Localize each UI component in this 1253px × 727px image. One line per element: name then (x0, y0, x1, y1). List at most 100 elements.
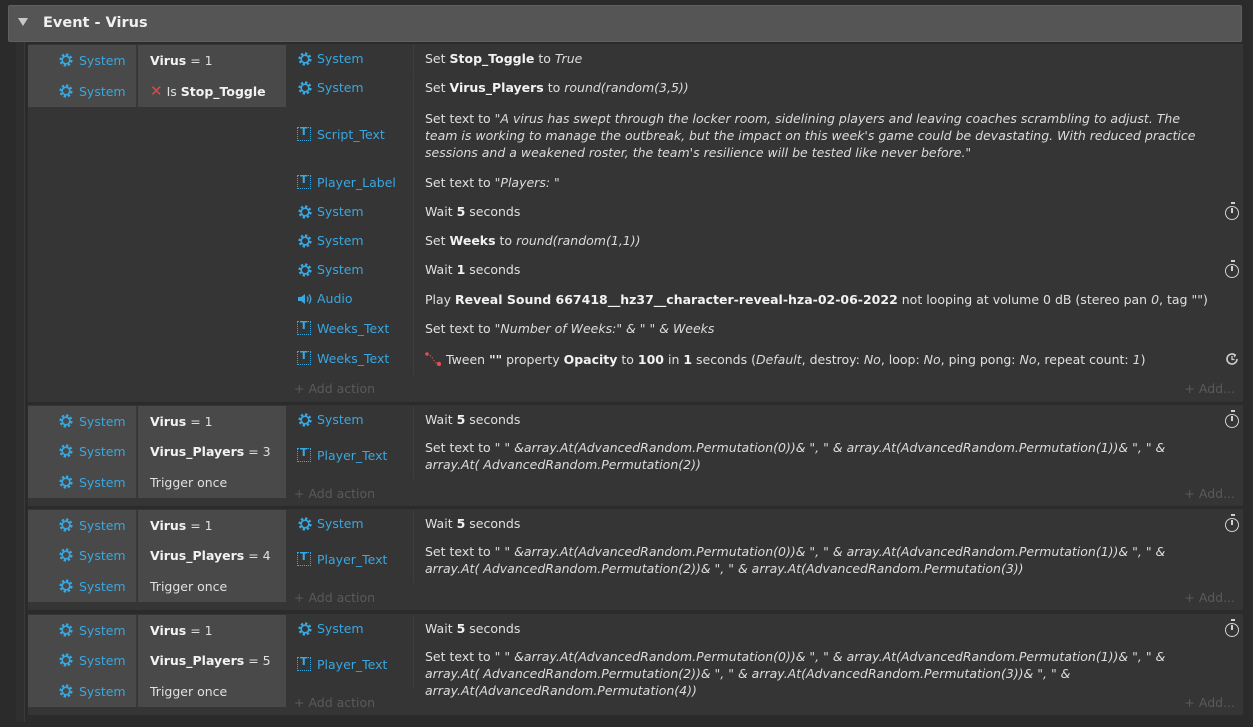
action-object-cell[interactable]: Weeks_Text (290, 343, 414, 375)
condition-row[interactable]: System Virus = 1 (28, 406, 286, 437)
action-row[interactable]: System Set Weeks to round(random(1,1)) (290, 226, 1243, 255)
add-action-link[interactable]: + Add action (294, 486, 375, 501)
action-row[interactable]: Weeks_Text Tween "" property Opacity to 1… (290, 343, 1243, 375)
action-object-cell[interactable]: System (290, 510, 414, 537)
condition-text[interactable]: Virus_Players = 5 (138, 645, 286, 676)
action-object-cell[interactable]: Player_Text (290, 642, 414, 688)
action-row[interactable]: Player_Text Set text to " " &array.At(Adv… (290, 642, 1243, 698)
condition-object-cell[interactable]: System (28, 676, 137, 707)
action-text[interactable]: Tween "" property Opacity to 100 in 1 se… (425, 351, 1215, 370)
action-row[interactable]: Script_Text Set text to "A virus has swep… (290, 102, 1243, 168)
action-text[interactable]: Set text to "A virus has swept through t… (425, 110, 1215, 161)
action-row[interactable]: System Wait 1 seconds (290, 255, 1243, 284)
action-object-name: Weeks_Text (317, 321, 390, 336)
action-text[interactable]: Wait 5 seconds (425, 411, 1215, 428)
action-row[interactable]: System Wait 5 seconds (290, 510, 1243, 537)
condition-row[interactable]: System Trigger once (28, 467, 286, 498)
event-group-header[interactable]: Event - Virus (8, 5, 1242, 42)
action-text[interactable]: Set text to " " &array.At(AdvancedRandom… (425, 439, 1215, 473)
action-object-cell[interactable]: System (290, 615, 414, 642)
add-action-link[interactable]: + Add action (294, 590, 375, 605)
gear-icon (58, 578, 74, 597)
action-text[interactable]: Set text to " " &array.At(AdvancedRandom… (425, 543, 1215, 577)
action-object-cell[interactable]: Script_Text (290, 102, 414, 168)
action-object-cell[interactable]: System (290, 406, 414, 433)
action-object-cell[interactable]: Player_Text (290, 537, 414, 583)
action-text[interactable]: Set text to " " &array.At(AdvancedRandom… (425, 648, 1215, 699)
add-more-link[interactable]: + Add... (1184, 590, 1235, 605)
action-object-cell[interactable]: Player_Label (290, 168, 414, 197)
condition-text[interactable]: Trigger once (138, 467, 286, 498)
condition-row[interactable]: System Virus_Players = 5 (28, 645, 286, 676)
action-object-cell[interactable]: System (290, 73, 414, 102)
action-text[interactable]: Wait 1 seconds (425, 261, 1215, 278)
action-object-cell[interactable]: Player_Text (290, 433, 414, 479)
action-text[interactable]: Set text to "Players: " (425, 174, 1215, 191)
action-object-cell[interactable]: Weeks_Text (290, 314, 414, 343)
add-action-link[interactable]: + Add action (294, 381, 375, 396)
action-text[interactable]: Wait 5 seconds (425, 203, 1215, 220)
param-expression: " " &array.At(AdvancedRandom.Permutation… (425, 544, 1166, 576)
param-expression: " " &array.At(AdvancedRandom.Permutation… (425, 440, 1166, 472)
action-object-cell[interactable]: System (290, 255, 414, 284)
condition-text[interactable]: Virus = 1 (138, 510, 286, 541)
condition-row[interactable]: System Virus = 1 (28, 510, 286, 541)
condition-text[interactable]: Trigger once (138, 571, 286, 602)
condition-object-cell[interactable]: System (28, 76, 137, 107)
action-text[interactable]: Wait 5 seconds (425, 515, 1215, 532)
condition-text[interactable]: Virus = 1 (138, 45, 286, 76)
condition-text[interactable]: Trigger once (138, 676, 286, 707)
condition-object-cell[interactable]: System (28, 436, 137, 467)
add-more-link[interactable]: + Add... (1184, 381, 1235, 396)
condition-object-cell[interactable]: System (28, 615, 137, 646)
action-object-cell[interactable]: System (290, 45, 414, 72)
action-object-cell[interactable]: System (290, 226, 414, 255)
action-object-cell[interactable]: System (290, 197, 414, 226)
condition-text[interactable]: Virus = 1 (138, 406, 286, 437)
condition-row[interactable]: System ✕ Is Stop_Toggle (28, 76, 286, 107)
action-row[interactable]: Audio Play Reveal Sound 667418__hz37__cha… (290, 284, 1243, 314)
condition-text[interactable]: Virus_Players = 4 (138, 540, 286, 571)
condition-object-cell[interactable]: System (28, 406, 137, 437)
collapse-triangle-icon[interactable] (18, 18, 28, 26)
stopwatch-icon (1225, 513, 1239, 532)
condition-text[interactable]: ✕ Is Stop_Toggle (138, 76, 286, 107)
condition-row[interactable]: System Virus = 1 (28, 615, 286, 646)
add-more-link[interactable]: + Add... (1184, 695, 1235, 710)
condition-row[interactable]: System Virus_Players = 4 (28, 540, 286, 571)
gear-icon (58, 474, 74, 493)
condition-text[interactable]: Virus_Players = 3 (138, 436, 286, 467)
action-row[interactable]: Player_Text Set text to " " &array.At(Adv… (290, 537, 1243, 583)
condition-row[interactable]: System Virus_Players = 3 (28, 436, 286, 467)
action-text[interactable]: Set Weeks to round(random(1,1)) (425, 232, 1215, 249)
add-more-link[interactable]: + Add... (1184, 486, 1235, 501)
action-row[interactable]: Player_Label Set text to "Players: " (290, 168, 1243, 197)
action-row[interactable]: System Wait 5 seconds (290, 406, 1243, 433)
condition-row[interactable]: System Trigger once (28, 571, 286, 602)
condition-object-cell[interactable]: System (28, 45, 137, 76)
action-row[interactable]: Player_Text Set text to " " &array.At(Adv… (290, 433, 1243, 479)
action-object-name: System (317, 262, 364, 277)
condition-object-cell[interactable]: System (28, 571, 137, 602)
action-row[interactable]: System Set Virus_Players to round(random(… (290, 73, 1243, 102)
condition-object-cell[interactable]: System (28, 645, 137, 676)
action-text[interactable]: Set Virus_Players to round(random(3,5)) (425, 79, 1215, 96)
param-expression: "Players: " (494, 175, 560, 190)
condition-object-cell[interactable]: System (28, 467, 137, 498)
param-bold: Reveal Sound 667418__hz37__character-rev… (455, 291, 898, 307)
condition-row[interactable]: System Trigger once (28, 676, 286, 707)
action-row[interactable]: System Wait 5 seconds (290, 615, 1243, 642)
action-row[interactable]: System Wait 5 seconds (290, 197, 1243, 226)
condition-row[interactable]: System Virus = 1 (28, 45, 286, 76)
action-row[interactable]: Weeks_Text Set text to "Number of Weeks:"… (290, 314, 1243, 343)
action-text[interactable]: Wait 5 seconds (425, 620, 1215, 637)
condition-object-cell[interactable]: System (28, 540, 137, 571)
action-text[interactable]: Set Stop_Toggle to True (425, 50, 1215, 67)
add-action-link[interactable]: + Add action (294, 695, 375, 710)
action-row[interactable]: System Set Stop_Toggle to True (290, 45, 1243, 72)
action-text[interactable]: Set text to "Number of Weeks:" & " " & W… (425, 320, 1215, 337)
condition-object-cell[interactable]: System (28, 510, 137, 541)
condition-text[interactable]: Virus = 1 (138, 615, 286, 646)
action-object-cell[interactable]: Audio (290, 284, 414, 314)
action-text[interactable]: Play Reveal Sound 667418__hz37__characte… (425, 291, 1215, 308)
